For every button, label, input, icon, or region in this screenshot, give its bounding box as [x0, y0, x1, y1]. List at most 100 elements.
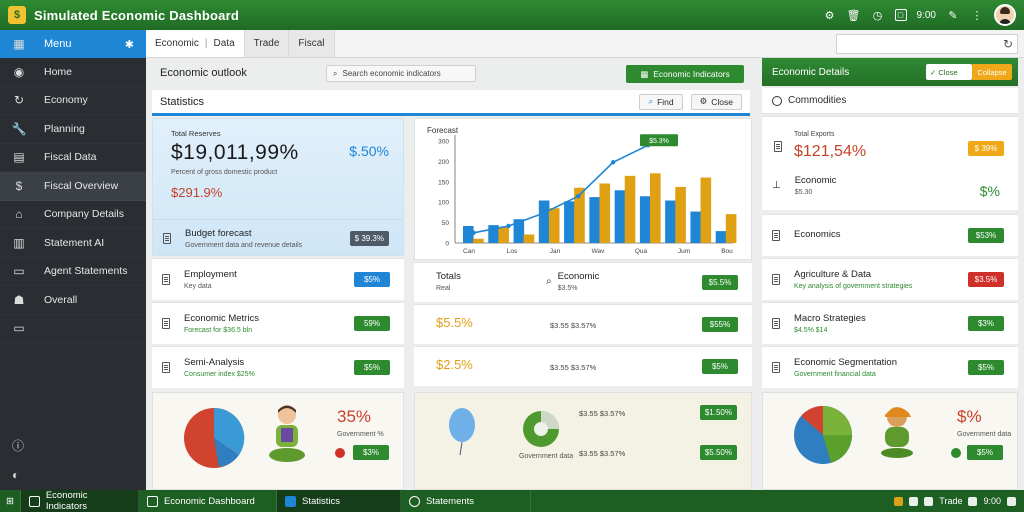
sidebar-item-agent-statements[interactable]: ▭ Agent Statements — [0, 258, 146, 287]
row-label: Totals — [436, 271, 461, 282]
tab-economic[interactable]: Economic | Data — [146, 30, 245, 57]
sidebar-item-overall[interactable]: ☗ Overall — [0, 286, 146, 315]
y-tick-label: 100 — [438, 200, 449, 207]
pin-icon[interactable]: ✱ — [125, 38, 134, 51]
settings-icon[interactable]: ⚙ — [823, 8, 837, 22]
status-badge: $3% — [353, 445, 389, 460]
tray-label: Trade — [939, 496, 963, 506]
list-item[interactable]: Macro Strategies $4.5% $14 $3% — [762, 302, 1018, 344]
chart-bar — [498, 226, 509, 243]
chart-bar — [463, 226, 474, 243]
sidebar-item-extra[interactable]: ▭ — [0, 315, 146, 344]
chart-bar — [523, 234, 535, 243]
government-data-card: Government data $3.55 $3.57% $1.50% $3.5… — [414, 392, 752, 490]
status-badge: $55% — [702, 317, 738, 332]
sidebar-item-company-details[interactable]: ⌂ Company Details — [0, 201, 146, 230]
row-label: Economic — [794, 175, 837, 186]
sidebar-header[interactable]: ▦ Menu ✱ — [0, 30, 146, 58]
kpi-row: ⊥ Economic $5.30 — [772, 175, 836, 196]
taskbar-item-statements[interactable]: Statements — [401, 490, 531, 512]
row-sub: Government data and revenue details — [185, 242, 303, 249]
taskbar-item-dashboard[interactable]: Economic Dashboard — [139, 490, 277, 512]
tray-clock: 9:00 — [983, 496, 1001, 506]
status-badge: $3.5% — [968, 272, 1004, 287]
document-icon — [772, 318, 780, 329]
list-item-label: Economic Segmentation — [794, 357, 897, 368]
pin-icon[interactable]: ✎ — [946, 8, 960, 22]
more-icon[interactable]: ⋮ — [970, 8, 984, 22]
kpi-percent: $.50% — [349, 143, 389, 159]
sidebar-item-planning[interactable]: 🔧 Planning — [0, 115, 146, 144]
document-icon — [162, 318, 170, 329]
home-icon: ☗ — [13, 292, 25, 307]
x-tick-label: Los — [507, 248, 518, 255]
close-button[interactable]: ⚙ Close — [690, 93, 742, 110]
chart-bar — [649, 173, 661, 243]
right-summary-card: $% Government data $5% — [762, 392, 1018, 490]
list-item-sub: Consumer index $25% — [184, 371, 255, 378]
list-item-label: Economic Metrics — [184, 313, 259, 324]
tray-network-icon[interactable] — [909, 496, 919, 506]
top-search-input[interactable]: ↻ — [836, 34, 1018, 54]
sidebar-item-economy[interactable]: ↻ Economy — [0, 87, 146, 116]
power-icon[interactable]: ◐ — [12, 468, 24, 482]
table-row[interactable]: Totals Real ⌕ Economic $3.5% $5.5% — [414, 262, 752, 302]
statistics-section-bar: Statistics ⌕ Find ⚙ Close — [152, 90, 750, 116]
sidebar-item-fiscal-data[interactable]: ▤ Fiscal Data — [0, 144, 146, 173]
window-title: Simulated Economic Dashboard — [34, 7, 239, 23]
list-item[interactable]: Economic Segmentation Government financia… — [762, 346, 1018, 388]
row-1-value: $3.55 $3.57% — [579, 409, 626, 418]
refresh-icon[interactable]: ↻ — [1003, 37, 1013, 51]
tray-volume-icon[interactable] — [924, 496, 934, 506]
document-icon — [162, 274, 170, 285]
row-mid-sub: $3.5% — [557, 285, 578, 292]
kpi-caption: Total Exports — [794, 131, 835, 138]
grid-icon: ▦ — [13, 37, 25, 51]
search-icon: ⌕ — [648, 96, 654, 106]
list-item[interactable]: Economic Metrics Forecast for $36.5 bln 5… — [152, 302, 404, 344]
trash-icon[interactable]: 🗑 — [847, 8, 861, 22]
find-button[interactable]: ⌕ Find — [639, 93, 683, 110]
sidebar-item-fiscal-overview[interactable]: $ Fiscal Overview — [0, 172, 146, 201]
tab-fiscal[interactable]: Fiscal — [289, 30, 335, 57]
user-avatar[interactable] — [994, 4, 1016, 26]
budget-forecast-row[interactable]: Budget forecast Government data and reve… — [153, 219, 403, 257]
kpi-secondary-value: $291.9% — [171, 185, 223, 200]
tray-warning-icon[interactable] — [894, 496, 904, 506]
tray-desktop-icon[interactable] — [1007, 496, 1016, 506]
info-icon[interactable]: ⓘ — [12, 437, 24, 454]
kpi-percent: $% — [979, 183, 1000, 199]
taskbar-item-indicators[interactable]: Economic Indicators — [20, 490, 139, 512]
chart-bar — [715, 231, 727, 243]
list-item[interactable]: Agriculture & Data Key analysis of govern… — [762, 258, 1018, 300]
window-icon[interactable]: ▢ — [894, 9, 907, 21]
growth-globe-icon — [523, 411, 559, 447]
tray-notification-icon[interactable] — [968, 496, 978, 506]
tab-trade[interactable]: Trade — [244, 30, 290, 57]
dollar-icon: $ — [15, 178, 23, 193]
sidebar-item-statement-ai[interactable]: ▥ Statement AI — [0, 229, 146, 258]
government-percent: 35% — [337, 407, 372, 426]
taskbar-item-statistics[interactable]: Statistics — [276, 490, 401, 512]
table-row[interactable]: $5.5% $3.55 $3.57% $55% — [414, 304, 752, 344]
collapse-button[interactable]: Collapse — [972, 64, 1012, 80]
start-button[interactable]: ⊞ — [0, 490, 21, 512]
list-item[interactable]: Semi-Analysis Consumer index $25% $5% — [152, 346, 404, 388]
sidebar-header-label: Menu — [44, 38, 72, 50]
economic-indicators-button[interactable]: ▦ Economic Indicators — [626, 65, 744, 83]
status-badge: $53% — [968, 228, 1004, 243]
list-item[interactable]: Economics $53% — [762, 214, 1018, 256]
row-sub: $5.30 — [794, 189, 813, 196]
table-row[interactable]: $2.5% $3.55 $3.57% $5% — [414, 346, 752, 386]
document-icon — [162, 362, 170, 373]
sidebar-item-home[interactable]: ◉ Home — [0, 58, 146, 87]
list-item[interactable]: Employment Key data $5% — [152, 258, 404, 300]
clock-icon[interactable]: ◷ — [871, 8, 885, 22]
circle-icon — [772, 95, 782, 106]
character-illustration-icon — [269, 405, 305, 462]
sidebar: ▦ Menu ✱ ◉ Home ↻ Economy 🔧 Planning ▤ Fisca… — [0, 30, 146, 490]
close-input[interactable]: ✓ Close — [926, 64, 972, 80]
chart-bar — [564, 201, 575, 243]
document-icon — [772, 362, 780, 373]
indicator-search-input[interactable]: ⌕ Search economic indicators — [326, 65, 476, 82]
